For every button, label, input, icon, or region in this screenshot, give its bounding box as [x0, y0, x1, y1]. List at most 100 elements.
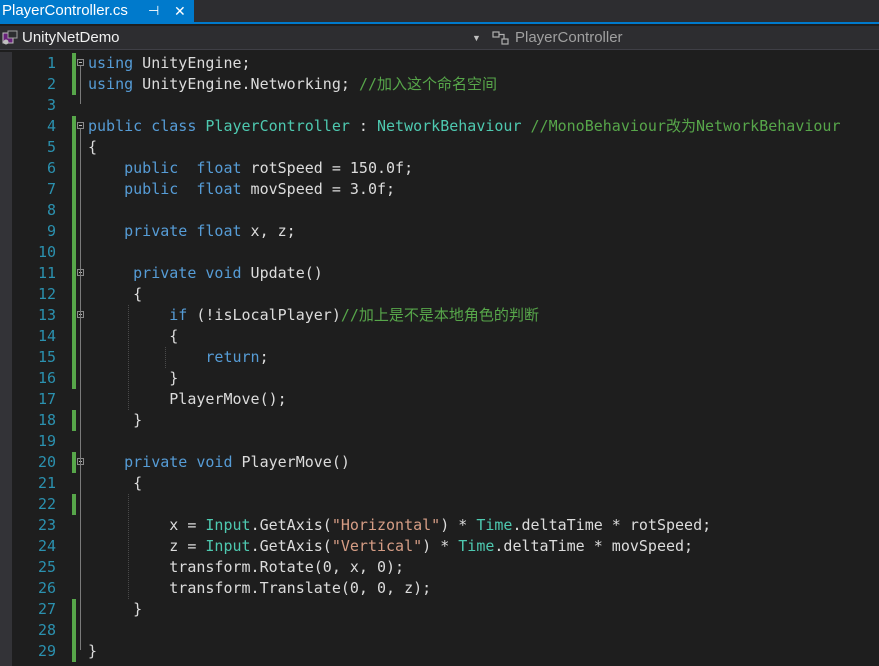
code-line[interactable]: 22	[0, 494, 879, 515]
code-token: //MonoBehaviour改为NetworkBehaviour	[530, 117, 841, 135]
code-token: {	[88, 285, 143, 303]
change-marker	[72, 431, 76, 452]
change-marker	[72, 263, 76, 284]
code-text: public float rotSpeed = 150.0f;	[88, 158, 413, 179]
code-token: Update()	[241, 264, 323, 282]
code-token: private	[124, 453, 188, 471]
code-line[interactable]: 27 }	[0, 599, 879, 620]
code-line[interactable]: 5{	[0, 137, 879, 158]
change-marker	[72, 242, 76, 263]
code-text: transform.Rotate(0, x, 0);	[88, 557, 404, 578]
code-line[interactable]: 15 return;	[0, 347, 879, 368]
code-token: //加上是不是本地角色的判断	[340, 306, 539, 324]
code-text: {	[88, 284, 142, 305]
code-text: }	[88, 368, 178, 389]
line-number: 24	[37, 537, 56, 555]
project-dropdown[interactable]: UnityNetDemo ▼	[0, 27, 486, 49]
code-line[interactable]: 8	[0, 200, 879, 221]
code-token: x, z;	[241, 222, 296, 240]
code-text: {	[88, 326, 178, 347]
code-line[interactable]: 14 {	[0, 326, 879, 347]
class-dropdown[interactable]: PlayerController	[490, 27, 879, 49]
line-number: 18	[37, 411, 56, 429]
code-line[interactable]: 21 {	[0, 473, 879, 494]
close-icon[interactable]: ✕	[174, 0, 186, 22]
collapse-toggle-icon[interactable]	[77, 59, 84, 66]
line-number: 21	[37, 474, 56, 492]
code-line[interactable]: 23 x = Input.GetAxis("Horizontal") * Tim…	[0, 515, 879, 536]
code-token: return	[205, 348, 260, 366]
code-line[interactable]: 3	[0, 95, 879, 116]
code-token: UnityEngine;	[133, 54, 251, 72]
indent-guide	[128, 305, 129, 410]
line-number: 13	[37, 306, 56, 324]
code-line[interactable]: 6 public float rotSpeed = 150.0f;	[0, 158, 879, 179]
tab-playercontroller-cs[interactable]: PlayerController.cs ⊣ ✕	[0, 0, 194, 22]
chevron-down-icon[interactable]: ▼	[472, 27, 481, 49]
code-text: private void Update()	[88, 263, 323, 284]
code-token: float	[196, 222, 242, 240]
code-line[interactable]: 10	[0, 242, 879, 263]
code-token: NetworkBehaviour	[377, 117, 522, 135]
code-line[interactable]: 7 public float movSpeed = 3.0f;	[0, 179, 879, 200]
code-line[interactable]: 11 private void Update()	[0, 263, 879, 284]
line-number: 4	[46, 117, 56, 135]
change-marker	[72, 137, 76, 158]
pin-icon[interactable]: ⊣	[148, 0, 159, 22]
code-line[interactable]: 26 transform.Translate(0, 0, z);	[0, 578, 879, 599]
code-token: movSpeed = 3.0f;	[241, 180, 396, 198]
code-token: .deltaTime * rotSpeed;	[512, 516, 712, 534]
code-line[interactable]: 18 }	[0, 410, 879, 431]
collapse-toggle-icon[interactable]	[77, 122, 84, 129]
code-line[interactable]: 17 PlayerMove();	[0, 389, 879, 410]
change-marker	[72, 410, 76, 431]
line-number: 15	[37, 348, 56, 366]
code-line[interactable]: 28	[0, 620, 879, 641]
code-token: "Horizontal"	[331, 516, 441, 534]
code-token: float	[196, 159, 242, 177]
code-line[interactable]: 25 transform.Rotate(0, x, 0);	[0, 557, 879, 578]
code-line[interactable]: 19	[0, 431, 879, 452]
code-token: (!isLocalPlayer)	[187, 306, 341, 324]
code-line[interactable]: 1 using UnityEngine;	[0, 53, 879, 74]
outlining-guide	[80, 465, 81, 608]
code-text: if (!isLocalPlayer)//加上是不是本地角色的判断	[88, 305, 539, 326]
code-line[interactable]: 2 using UnityEngine.Networking; //加入这个命名空…	[0, 74, 879, 95]
line-number: 25	[37, 558, 56, 576]
code-line[interactable]: 9 private float x, z;	[0, 221, 879, 242]
code-line[interactable]: 12 {	[0, 284, 879, 305]
code-token: }	[88, 600, 143, 618]
code-text: transform.Translate(0, 0, z);	[88, 578, 431, 599]
line-number: 10	[37, 243, 56, 261]
code-token: "Vertical"	[331, 537, 423, 555]
code-token: Time	[476, 516, 513, 534]
code-token: private	[124, 222, 188, 240]
line-number: 28	[37, 621, 56, 639]
code-line[interactable]: 13 if (!isLocalPlayer)//加上是不是本地角色的判断	[0, 305, 879, 326]
change-marker	[72, 515, 76, 536]
code-token: transform.Rotate(0, x, 0);	[88, 558, 405, 576]
project-name: UnityNetDemo	[22, 29, 120, 46]
indent-guide	[128, 494, 129, 599]
code-token: ) *	[440, 516, 477, 534]
line-number: 14	[37, 327, 56, 345]
code-line[interactable]: 29}	[0, 641, 879, 662]
outlining-guide	[80, 66, 81, 104]
code-token: rotSpeed = 150.0f;	[241, 159, 414, 177]
line-number: 27	[37, 600, 56, 618]
code-line[interactable]: 16 }	[0, 368, 879, 389]
change-marker	[72, 200, 76, 221]
code-line[interactable]: 24 z = Input.GetAxis("Vertical") * Time.…	[0, 536, 879, 557]
code-line[interactable]: 4 public class PlayerController : Network…	[0, 116, 879, 137]
line-number: 22	[37, 495, 56, 513]
code-token: Input	[205, 516, 251, 534]
code-token: z =	[88, 537, 206, 555]
code-token: class	[151, 117, 197, 135]
line-number: 17	[37, 390, 56, 408]
code-line[interactable]: 20 private void PlayerMove()	[0, 452, 879, 473]
code-text: }	[88, 641, 97, 662]
code-editor[interactable]: 1 using UnityEngine; 2 using UnityEngine.Ne…	[0, 52, 879, 666]
